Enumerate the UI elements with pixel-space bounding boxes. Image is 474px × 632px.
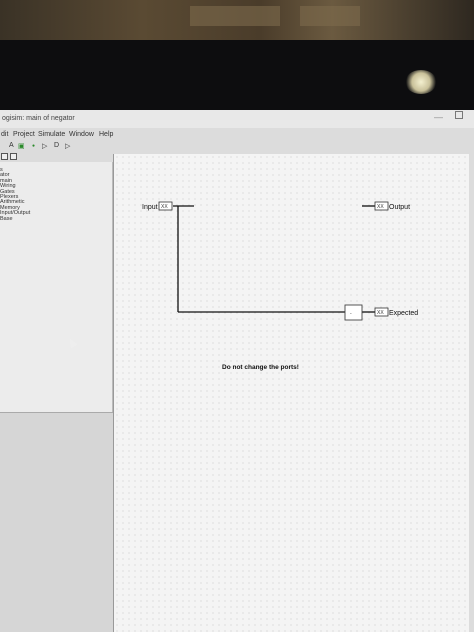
maximize-button[interactable] [455,111,463,119]
menu-edit[interactable]: dit [1,131,8,138]
input-pin-value: XX [161,204,168,210]
title-bar: ogisim: main of negator — [0,110,474,128]
menu-window[interactable]: Window [69,131,94,138]
output-label: Output [389,204,410,211]
not-gate-tool-icon[interactable]: ▷ [65,142,70,150]
background-room [0,0,474,40]
pin-tool-icon[interactable]: ● [32,143,35,149]
negator-component[interactable] [344,304,363,321]
light-glare [405,70,437,94]
menu-simulate[interactable]: Simulate [38,131,65,138]
toolbar-secondary [0,152,30,162]
explorer-panel: s ator main Wiring Gates Plexers Arithme… [0,162,113,412]
layout-toggle-icon[interactable] [1,153,8,160]
toolbar: A ▣ ● ▷ D ▷ [0,142,120,152]
input-label: Input [142,204,158,211]
buffer-tool-icon[interactable]: ▷ [42,142,47,150]
room-shelf [300,6,360,26]
edit-tool-icon[interactable]: ▣ [18,142,25,150]
ports-note: Do not change the ports! [222,364,299,371]
expected-label: Expected [389,310,418,317]
room-shelf [190,6,280,26]
menu-project[interactable]: Project [13,131,35,138]
appearance-toggle-icon[interactable] [10,153,17,160]
expected-pin-value: XX [377,310,384,316]
circuit-canvas[interactable]: Input XX XX Output - XX Expected Do not … [113,154,469,632]
attribute-panel [0,412,113,632]
photo-stage: ogisim: main of negator — dit Project Si… [0,0,474,632]
output-pin-value: XX [377,204,384,210]
menu-help[interactable]: Help [99,131,113,138]
monitor-bezel [0,40,474,110]
window-title: ogisim: main of negator [2,115,75,122]
menu-bar: dit Project Simulate Window Help [0,130,474,142]
text-tool-icon[interactable]: A [9,142,14,149]
logisim-window: ogisim: main of negator — dit Project Si… [0,110,474,632]
circuit-diagram: Input XX XX Output - XX Expected [142,201,418,321]
explorer-tree: s ator main Wiring Gates Plexers Arithme… [0,167,30,222]
minimize-button[interactable]: — [434,112,443,122]
and-gate-tool-icon[interactable]: D [54,142,59,149]
tree-item-base[interactable]: Base [0,216,30,222]
